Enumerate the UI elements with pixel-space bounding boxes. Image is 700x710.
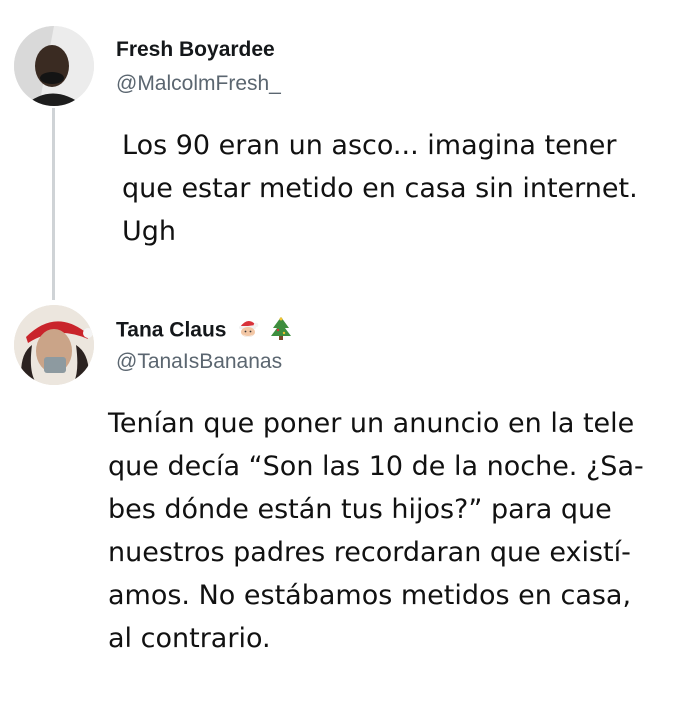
- christmas-tree-icon: [270, 316, 292, 346]
- tweet-text: Los 90 eran un asco... imagina tener que…: [122, 130, 638, 247]
- display-name[interactable]: Tana Claus: [116, 316, 292, 346]
- avatar[interactable]: [14, 26, 94, 106]
- thread-connector-line: [52, 108, 55, 300]
- profile-photo-icon: [14, 26, 94, 106]
- profile-photo-icon: [14, 305, 94, 385]
- user-handle[interactable]: @TanaIsBananas: [116, 350, 282, 374]
- santa-face-icon: [236, 316, 260, 346]
- user-handle[interactable]: @MalcolmFresh_: [116, 72, 281, 96]
- tweet-text: Tenían que poner un anuncio en la tele q…: [108, 408, 644, 654]
- display-name[interactable]: Fresh Boyardee: [116, 38, 275, 62]
- avatar[interactable]: [14, 305, 94, 385]
- display-name-text: Tana Claus: [116, 318, 227, 342]
